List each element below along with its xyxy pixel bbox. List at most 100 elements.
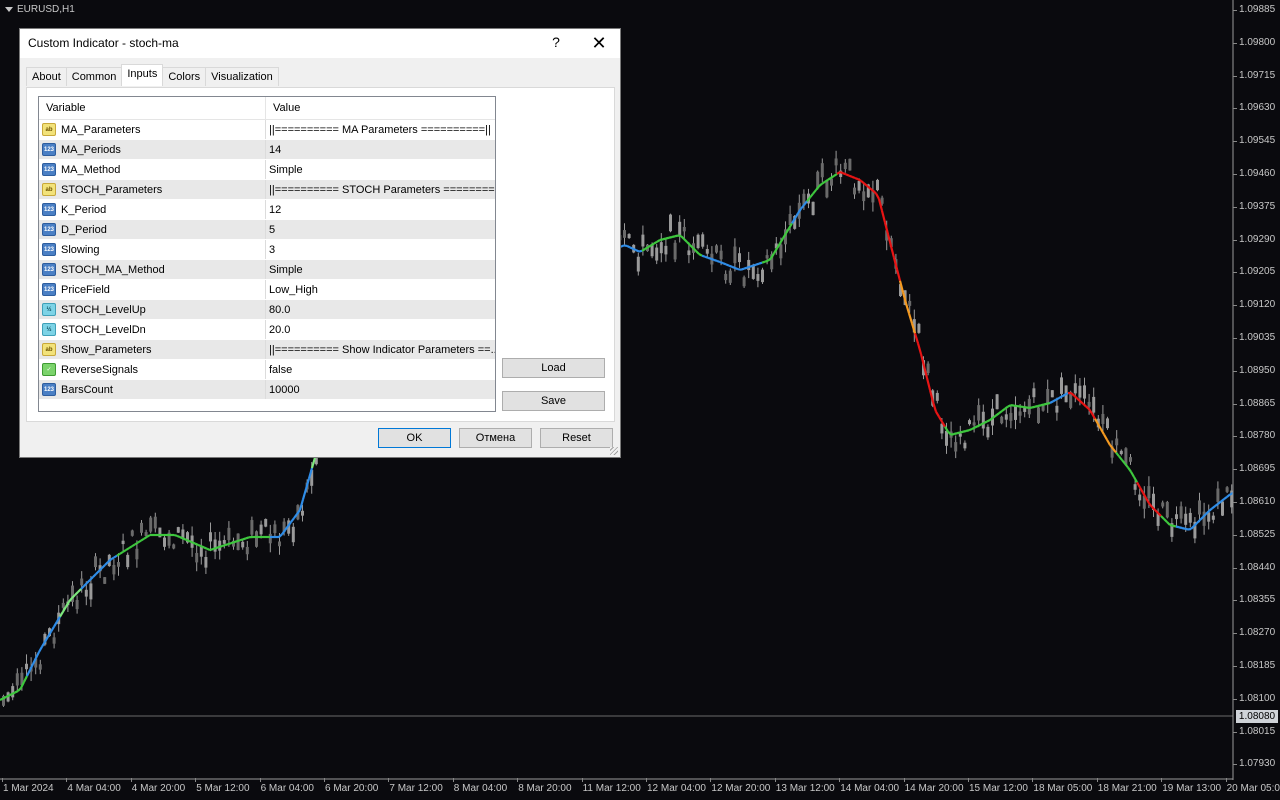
help-button[interactable]: ? — [548, 34, 564, 50]
value-cell[interactable]: 80.0 — [266, 300, 495, 319]
value-cell[interactable]: 5 — [266, 220, 495, 239]
tab-colors[interactable]: Colors — [162, 67, 207, 86]
column-header-value[interactable]: Value — [266, 97, 495, 119]
ma-segment — [971, 426, 976, 430]
dialog-titlebar[interactable]: Custom Indicator - stoch-ma ? ✕ — [20, 29, 620, 58]
value-cell[interactable]: 10000 — [266, 380, 495, 399]
ma-segment — [749, 264, 754, 268]
ma-segment — [707, 256, 712, 260]
ma-segment — [1043, 402, 1048, 406]
time-label: 14 Mar 20:00 — [904, 783, 964, 794]
table-row[interactable]: 123 MA_Method Simple — [39, 160, 495, 180]
value-cell[interactable]: 3 — [266, 240, 495, 259]
table-row[interactable]: 123 MA_Periods 14 — [39, 140, 495, 160]
column-header-variable[interactable]: Variable — [39, 97, 266, 119]
ma-segment — [233, 540, 238, 544]
time-label: 4 Mar 20:00 — [131, 783, 186, 794]
price-tick — [1233, 436, 1237, 438]
variable-name: Slowing — [61, 243, 100, 256]
tab-about[interactable]: About — [26, 67, 67, 86]
symbol-label[interactable]: EURUSD,H1 — [5, 4, 75, 15]
custom-indicator-dialog: Custom Indicator - stoch-ma ? ✕ About Co… — [19, 28, 621, 458]
candle-body — [259, 524, 263, 535]
ma-segment — [1004, 405, 1009, 410]
value-cell[interactable]: 12 — [266, 200, 495, 219]
ma-segment — [880, 210, 887, 223]
candle-body — [1050, 390, 1054, 398]
ma-segment — [983, 420, 988, 424]
candle-body — [1221, 501, 1224, 516]
load-button[interactable]: Load — [502, 358, 605, 378]
ma-segment — [1208, 507, 1213, 512]
ma-segment — [950, 432, 955, 436]
dropdown-triangle-icon[interactable] — [5, 7, 13, 12]
tab-inputs[interactable]: Inputs — [121, 64, 164, 86]
candle-body — [682, 226, 686, 232]
int-type-icon: 123 — [42, 143, 56, 156]
ma-segment — [956, 431, 961, 435]
value-cell[interactable]: Simple — [266, 160, 495, 179]
close-button[interactable]: ✕ — [588, 32, 610, 54]
ma-segment — [1196, 519, 1201, 524]
candle-body — [1175, 514, 1178, 520]
candle-body — [977, 405, 981, 421]
table-row[interactable]: ½ STOCH_LevelUp 80.0 — [39, 300, 495, 320]
candle-body — [126, 554, 130, 568]
ma-segment — [290, 517, 295, 523]
table-row[interactable]: ab Show_Parameters ||========== Show Indic… — [39, 340, 495, 360]
variable-name: STOCH_LevelDn — [61, 323, 146, 336]
table-row[interactable]: 123 STOCH_MA_Method Simple — [39, 260, 495, 280]
price-scale[interactable]: 1.09885 1.09800 1.09715 1.09630 1.09545 1.094… — [1233, 0, 1280, 780]
tab-common[interactable]: Common — [65, 67, 123, 86]
ma-segment — [1184, 527, 1189, 531]
ma-segment — [35, 651, 40, 659]
value-cell[interactable]: ||========== MA Parameters ==========|| — [266, 120, 495, 139]
ma-segment — [1163, 518, 1168, 523]
variable-cell: 123 D_Period — [39, 220, 266, 239]
table-row[interactable]: ab MA_Parameters ||========== MA Parameter… — [39, 120, 495, 140]
value-cell[interactable]: Low_High — [266, 280, 495, 299]
ma-segment — [919, 353, 926, 367]
time-label: 12 Mar 20:00 — [711, 783, 771, 794]
cancel-button[interactable]: Отмена — [459, 428, 532, 448]
table-row[interactable]: 123 K_Period 12 — [39, 200, 495, 220]
candle-body — [733, 246, 737, 264]
value-cell[interactable]: false — [266, 360, 495, 379]
tab-visualization[interactable]: Visualization — [205, 67, 279, 86]
ma-segment — [638, 249, 643, 253]
price-label: 1.09205 — [1239, 266, 1276, 278]
value-cell[interactable]: Simple — [266, 260, 495, 279]
ma-segment — [842, 172, 847, 176]
table-row[interactable]: ✓ ReverseSignals false — [39, 360, 495, 380]
ok-button[interactable]: OK — [378, 428, 451, 448]
table-row[interactable]: ½ STOCH_LevelDn 20.0 — [39, 320, 495, 340]
value-cell[interactable]: ||========== STOCH Parameters ========..… — [266, 180, 495, 199]
resize-grip-icon[interactable] — [610, 447, 618, 455]
table-row[interactable]: 123 Slowing 3 — [39, 240, 495, 260]
reset-button[interactable]: Reset — [540, 428, 613, 448]
ma-segment — [635, 249, 640, 253]
ma-segment — [86, 579, 91, 584]
candle-body — [112, 564, 116, 575]
candle-body — [761, 269, 764, 283]
ma-segment — [935, 411, 940, 418]
table-row[interactable]: 123 D_Period 5 — [39, 220, 495, 240]
ma-segment — [0, 697, 4, 701]
price-tick — [1233, 370, 1237, 372]
ma-segment — [1001, 407, 1006, 412]
price-label: 1.08695 — [1239, 463, 1276, 475]
table-row[interactable]: 123 BarsCount 10000 — [39, 380, 495, 400]
time-label: 8 Mar 20:00 — [518, 783, 572, 794]
ma-segment — [1031, 405, 1036, 409]
table-row[interactable]: 123 PriceField Low_High — [39, 280, 495, 300]
value-cell[interactable]: ||========== Show Indicator Parameters =… — [266, 340, 495, 359]
candle-body — [75, 599, 79, 610]
value-cell[interactable]: 20.0 — [266, 320, 495, 339]
ma-segment — [1172, 524, 1177, 528]
time-tick — [710, 778, 712, 782]
save-button[interactable]: Save — [502, 391, 605, 411]
table-row[interactable]: ab STOCH_Parameters ||========== STOCH Par… — [39, 180, 495, 200]
candle-body — [52, 637, 56, 644]
value-cell[interactable]: 14 — [266, 140, 495, 159]
price-label: 1.09120 — [1239, 299, 1276, 311]
